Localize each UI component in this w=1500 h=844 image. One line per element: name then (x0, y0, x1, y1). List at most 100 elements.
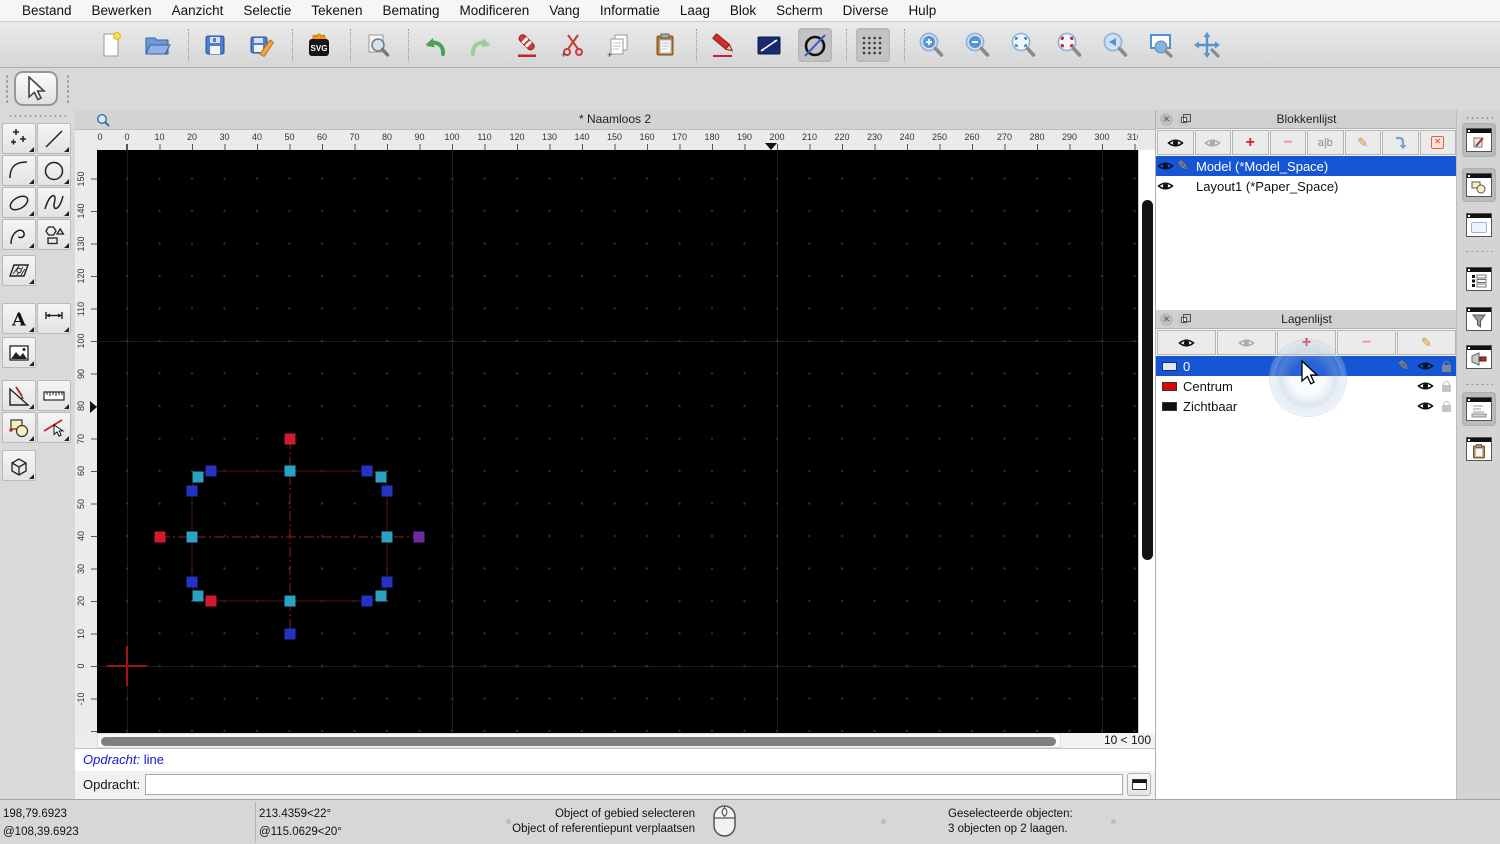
selection-handle-vertex[interactable] (186, 576, 198, 588)
visibility-eye-icon[interactable] (1417, 360, 1434, 372)
drag-handle[interactable] (5, 74, 9, 104)
menu-laag[interactable]: Laag (670, 0, 720, 22)
menu-bemating[interactable]: Bemating (372, 0, 449, 22)
menu-aanzicht[interactable]: Aanzicht (162, 0, 234, 22)
document-title-bar[interactable]: * Naamloos 2 (75, 110, 1155, 130)
vertical-scrollbar[interactable] (1138, 150, 1155, 733)
remove-layer-button[interactable]: − (1337, 330, 1396, 355)
selection-handle-vertex[interactable] (361, 465, 373, 477)
export-svg-button[interactable]: SVG (302, 28, 336, 62)
pen-widget-toggle[interactable] (1462, 123, 1496, 157)
visibility-eye-icon[interactable] (1417, 380, 1434, 392)
menu-bewerken[interactable]: Bewerken (82, 0, 162, 22)
vertical-scrollbar-thumb[interactable] (1142, 200, 1153, 560)
menu-diverse[interactable]: Diverse (833, 0, 899, 22)
undo-button[interactable] (418, 28, 452, 62)
zoom-previous-button[interactable] (1098, 28, 1132, 62)
menu-selectie[interactable]: Selectie (233, 0, 301, 22)
circle-tool-button[interactable] (37, 155, 71, 186)
spline-tool-button[interactable] (37, 187, 71, 218)
open-file-button[interactable] (140, 28, 174, 62)
selection-handle-mid[interactable] (192, 590, 204, 602)
selection-handle-ref[interactable] (205, 595, 217, 607)
zoom-out-button[interactable] (960, 28, 994, 62)
selection-handle-vertex[interactable] (361, 595, 373, 607)
solid-tool-button[interactable] (2, 450, 36, 481)
menu-blok[interactable]: Blok (720, 0, 766, 22)
edit-block-button[interactable]: ✎ (1344, 130, 1381, 155)
lock-icon[interactable] (1442, 360, 1451, 372)
zoom-auto-button[interactable] (1006, 28, 1040, 62)
show-all-blocks-button[interactable] (1157, 130, 1194, 155)
block-widget-toggle[interactable] (1462, 168, 1496, 202)
delete-entity-button[interactable] (510, 28, 544, 62)
text-tool-button[interactable]: A (2, 303, 36, 334)
drag-handle[interactable] (66, 74, 70, 104)
visibility-eye-icon[interactable] (1156, 180, 1174, 192)
pen-list-widget-toggle[interactable] (1462, 262, 1496, 296)
edit-layer-button[interactable]: ✎ (1397, 330, 1456, 355)
grid-toggle-button[interactable] (856, 27, 890, 62)
rename-block-button[interactable]: a|b (1307, 130, 1344, 155)
selection-handle-ref[interactable] (154, 531, 166, 543)
insert-block-button[interactable] (1382, 130, 1419, 155)
cut-button[interactable]: + (556, 28, 590, 62)
menu-vang[interactable]: Vang (539, 0, 590, 22)
edit-pencil-icon[interactable]: ✎ (1398, 358, 1409, 374)
paste-button[interactable] (648, 28, 682, 62)
library-widget-toggle[interactable] (1462, 208, 1496, 242)
menu-hulp[interactable]: Hulp (898, 0, 946, 22)
new-document-button[interactable] (94, 28, 128, 62)
selection-handle-vertex[interactable] (381, 485, 393, 497)
redo-button[interactable] (464, 28, 498, 62)
float-icon[interactable] (1178, 113, 1191, 126)
selected-shape[interactable] (97, 150, 1138, 733)
show-all-layers-button[interactable] (1157, 330, 1216, 355)
print-preview-button[interactable] (360, 28, 394, 62)
select-tool-button[interactable] (14, 71, 58, 106)
zoom-in-button[interactable] (914, 28, 948, 62)
menu-scherm[interactable]: Scherm (766, 0, 833, 22)
hatch-tool-button[interactable] (2, 255, 36, 286)
draw-attributes-button[interactable] (706, 28, 740, 62)
drag-handle[interactable] (1465, 116, 1493, 120)
polygon-tool-button[interactable] (37, 219, 71, 250)
save-button[interactable] (198, 28, 232, 62)
selection-handle-vertex[interactable] (381, 576, 393, 588)
selection-handle-mid[interactable] (186, 531, 198, 543)
selection-handle-mid[interactable] (375, 590, 387, 602)
zoom-selected-button[interactable] (1052, 28, 1086, 62)
command-widget-toggle[interactable] (1462, 392, 1496, 426)
close-icon[interactable]: ✕ (1160, 313, 1173, 326)
line-order-button[interactable] (752, 28, 786, 62)
demolish-widget-toggle[interactable] (1462, 340, 1496, 374)
selection-handle-vertex[interactable] (284, 628, 296, 640)
hide-all-layers-button[interactable] (1217, 330, 1276, 355)
menu-tekenen[interactable]: Tekenen (301, 0, 372, 22)
edit-pencil-icon[interactable]: ✎ (1174, 158, 1192, 174)
remove-block-button[interactable]: − (1269, 130, 1306, 155)
block-tool-button[interactable] (2, 412, 36, 443)
line-tool-button[interactable] (37, 123, 71, 154)
drag-handle[interactable] (8, 114, 66, 118)
menu-bestand[interactable]: Bestand (12, 0, 82, 22)
filter-widget-toggle[interactable] (1462, 302, 1496, 336)
block-row[interactable]: ✎ Model (*Model_Space) (1156, 156, 1457, 176)
zoom-window-button[interactable] (1144, 28, 1178, 62)
points-tool-button[interactable] (2, 123, 36, 154)
lock-icon[interactable] (1442, 380, 1451, 392)
menu-modificeren[interactable]: Modificeren (450, 0, 540, 22)
selection-handle-vertex[interactable] (186, 485, 198, 497)
command-window-button[interactable] (1127, 773, 1151, 796)
copy-button[interactable]: + (602, 28, 636, 62)
selection-handle-vertex[interactable] (205, 465, 217, 477)
drawing-canvas[interactable] (97, 150, 1138, 733)
selection-handle-mid[interactable] (284, 595, 296, 607)
polyline-tool-button[interactable] (2, 219, 36, 250)
selection-handle-overlap[interactable] (413, 531, 425, 543)
dimension-tool-button[interactable] (37, 303, 71, 334)
block-row[interactable]: Layout1 (*Paper_Space) (1156, 176, 1457, 196)
save-as-button[interactable] (244, 28, 278, 62)
visibility-eye-icon[interactable] (1156, 160, 1174, 172)
add-block-button[interactable]: + (1232, 130, 1269, 155)
